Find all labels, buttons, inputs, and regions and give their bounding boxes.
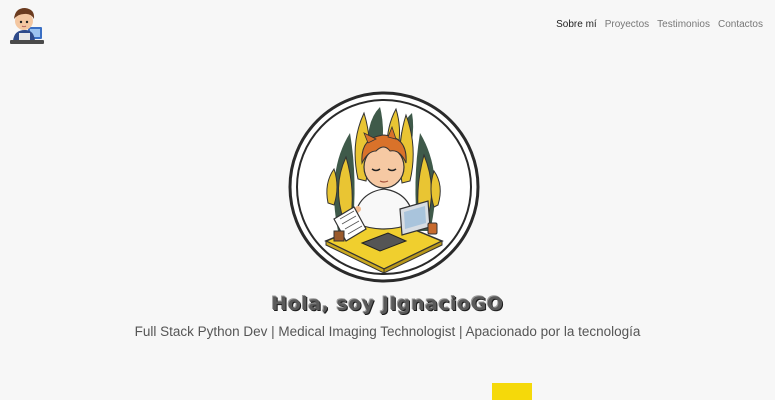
nav-menu: Sobre mí Proyectos Testimonios Contactos	[556, 18, 763, 32]
brand-logo[interactable]	[4, 3, 46, 47]
hero-subtitle: Full Stack Python Dev | Medical Imaging …	[134, 324, 641, 339]
nav-link-proyectos[interactable]: Proyectos	[605, 18, 649, 32]
nav-link-testimonios[interactable]: Testimonios	[657, 18, 710, 32]
navbar: Sobre mí Proyectos Testimonios Contactos	[0, 0, 775, 52]
hero-title: Hola, soy JIgnacioGO	[271, 293, 504, 315]
hero-avatar	[288, 91, 480, 283]
developer-avatar-icon	[10, 8, 44, 44]
nav-link-contactos[interactable]: Contactos	[718, 18, 763, 32]
accent-block	[492, 383, 532, 400]
developer-at-desk-illustration	[288, 91, 480, 283]
nav-link-sobre-mi[interactable]: Sobre mí	[556, 18, 597, 32]
